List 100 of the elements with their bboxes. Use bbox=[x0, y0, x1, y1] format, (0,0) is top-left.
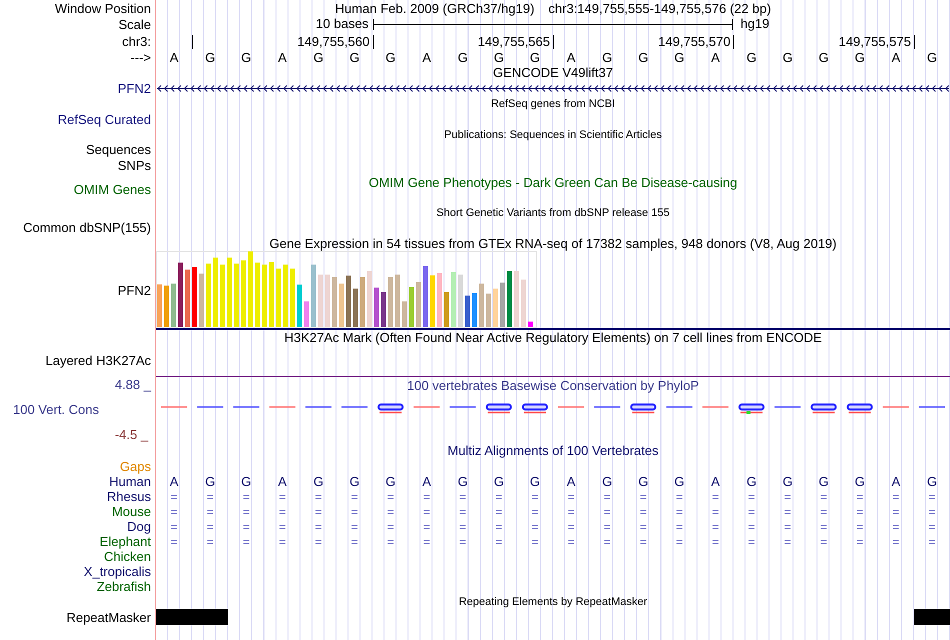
match-mark: = bbox=[530, 490, 540, 504]
track-title: H3K27Ac Mark (Often Found Near Active Regulatory Elements) on 7 cell lines from ENCODE bbox=[284, 330, 822, 346]
track-label[interactable]: Mouse bbox=[112, 504, 151, 519]
match-mark: = bbox=[891, 490, 900, 504]
base-letter: G bbox=[926, 50, 938, 65]
base-letter: G bbox=[818, 50, 830, 65]
match-mark: = bbox=[530, 520, 540, 534]
track-label[interactable]: Zebrafish bbox=[96, 579, 151, 594]
track-label[interactable]: X_tropicalis bbox=[84, 564, 151, 579]
match-mark: = bbox=[710, 534, 720, 548]
score-marker bbox=[810, 404, 837, 414]
match-mark: = bbox=[638, 534, 648, 548]
track-label[interactable]: Chicken bbox=[104, 549, 151, 564]
base-letter: A bbox=[168, 474, 180, 489]
base-letter: G bbox=[456, 474, 469, 489]
match-mark: = bbox=[674, 490, 684, 504]
track-label[interactable]: 100 Vert. Cons bbox=[0, 402, 115, 417]
base-letter: G bbox=[312, 474, 324, 489]
track-title: Short Genetic Variants from dbSNP release 155 bbox=[436, 206, 670, 218]
base-letter: G bbox=[204, 50, 216, 65]
coordinate-tick bbox=[914, 35, 915, 49]
match-mark: = bbox=[422, 490, 432, 504]
track-label[interactable]: Dog bbox=[127, 519, 151, 534]
match-mark: = bbox=[494, 504, 504, 518]
score-dash bbox=[197, 406, 224, 408]
base-letter: G bbox=[456, 50, 469, 65]
track-label[interactable]: Human bbox=[109, 474, 151, 489]
score-marker bbox=[630, 404, 656, 414]
match-mark: = bbox=[855, 504, 864, 518]
track-label[interactable]: Layered H3K27Ac bbox=[45, 353, 151, 368]
base-letter: G bbox=[637, 474, 650, 489]
match-mark: = bbox=[602, 534, 612, 548]
base-letter: G bbox=[601, 50, 614, 65]
match-mark: = bbox=[710, 504, 720, 518]
track-label[interactable]: PFN2 bbox=[118, 81, 151, 96]
track-label[interactable]: SNPs bbox=[118, 158, 151, 173]
base-letter: G bbox=[492, 50, 505, 65]
base-letter: G bbox=[240, 474, 252, 489]
match-mark: = bbox=[530, 504, 540, 518]
match-mark: = bbox=[278, 534, 287, 548]
match-mark: = bbox=[278, 490, 287, 504]
score-dash bbox=[269, 406, 296, 408]
match-mark: = bbox=[566, 490, 576, 504]
assembly-title: Human Feb. 2009 (GRCh37/hg19) bbox=[334, 0, 534, 16]
track-title: Multiz Alignments of 100 Vertebrates bbox=[447, 443, 658, 458]
base-letter: G bbox=[312, 50, 324, 65]
match-mark: = bbox=[170, 490, 179, 504]
score-dash bbox=[774, 406, 801, 408]
score-dash bbox=[882, 406, 909, 408]
base-letter: G bbox=[745, 474, 758, 489]
match-mark: = bbox=[819, 520, 828, 534]
scale-length-label: 10 bases bbox=[316, 16, 369, 31]
match-mark: = bbox=[783, 490, 792, 504]
match-mark: = bbox=[458, 520, 468, 534]
track-title: OMIM Gene Phenotypes - Dark Green Can Be Disease-causing bbox=[368, 175, 738, 190]
score-marker bbox=[486, 404, 512, 414]
match-mark: = bbox=[602, 490, 612, 504]
match-mark: = bbox=[494, 534, 504, 548]
match-mark: = bbox=[928, 490, 937, 504]
track-label[interactable]: RepeatMasker bbox=[66, 610, 151, 624]
track-label[interactable]: OMIM Genes bbox=[74, 182, 151, 196]
base-letter: G bbox=[240, 50, 252, 65]
match-mark: = bbox=[170, 534, 179, 548]
base-letter: G bbox=[348, 50, 361, 65]
score-marker bbox=[522, 404, 548, 414]
score-marker bbox=[846, 404, 873, 414]
base-letter: G bbox=[204, 474, 216, 489]
match-mark: = bbox=[783, 520, 792, 534]
repeat-block bbox=[914, 609, 950, 625]
base-letter: G bbox=[492, 474, 505, 489]
track-label[interactable]: Elephant bbox=[100, 534, 151, 549]
track-title: Publications: Sequences in Scientific Articles bbox=[444, 128, 662, 140]
match-mark: = bbox=[278, 520, 287, 534]
coordinate-label: 149,755,570 bbox=[658, 34, 730, 49]
base-letter: G bbox=[528, 474, 542, 489]
match-mark: = bbox=[242, 504, 251, 518]
match-mark: = bbox=[783, 534, 792, 548]
track-title: Repeating Elements by RepeatMasker bbox=[458, 596, 648, 608]
track-title: 100 vertebrates Basewise Conservation by PhyloP bbox=[406, 377, 700, 394]
track-label[interactable]: RefSeq Curated bbox=[58, 112, 151, 127]
track-label[interactable]: Sequences bbox=[86, 142, 151, 158]
base-letter: G bbox=[854, 50, 866, 65]
base-letter: A bbox=[168, 50, 180, 65]
match-mark: = bbox=[855, 534, 864, 548]
match-mark: = bbox=[674, 520, 684, 534]
match-mark: = bbox=[386, 504, 396, 518]
base-letter: A bbox=[276, 474, 288, 489]
track-label[interactable]: Common dbSNP(155) bbox=[23, 220, 151, 236]
match-mark: = bbox=[747, 534, 756, 548]
track-title: GENCODE V49lift37 bbox=[493, 65, 613, 80]
match-mark: = bbox=[242, 490, 251, 504]
match-mark: = bbox=[710, 490, 720, 504]
base-letter: A bbox=[421, 474, 432, 489]
match-mark: = bbox=[206, 490, 215, 504]
base-letter: G bbox=[637, 50, 650, 65]
match-mark: = bbox=[530, 534, 540, 548]
track-label[interactable]: PFN2 bbox=[118, 283, 151, 298]
track-label[interactable]: Rhesus bbox=[106, 489, 151, 504]
match-mark: = bbox=[855, 520, 864, 534]
match-mark: = bbox=[314, 504, 323, 518]
